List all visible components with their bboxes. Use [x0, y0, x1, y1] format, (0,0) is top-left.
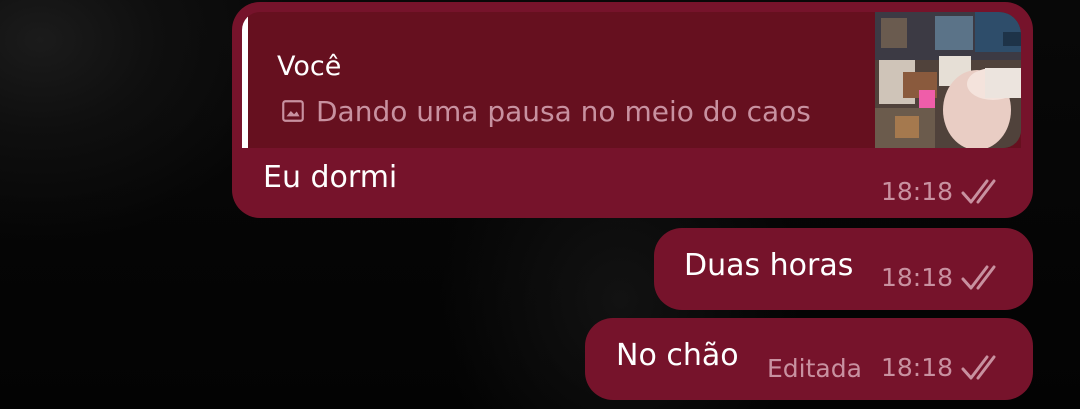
message-bubble-reply[interactable]: Você Dando uma pausa no meio do caos Eu …	[232, 2, 1033, 218]
quote-author: Você	[277, 51, 342, 82]
double-check-icon	[960, 176, 1006, 212]
double-check-icon	[960, 262, 1006, 298]
quote-text: Dando uma pausa no meio do caos	[316, 95, 811, 128]
message-time: 18:18	[881, 353, 954, 382]
message-time: 18:18	[881, 263, 954, 292]
edited-label: Editada	[767, 354, 862, 383]
message-time: 18:18	[881, 177, 954, 206]
message-text: No chão	[616, 338, 739, 373]
message-text: Eu dormi	[263, 160, 398, 195]
message-bubble[interactable]: No chão Editada 18:18	[585, 318, 1033, 400]
message-bubble[interactable]: Duas horas 18:18	[654, 228, 1033, 310]
reply-quote[interactable]: Você Dando uma pausa no meio do caos	[242, 12, 1021, 148]
message-text: Duas horas	[684, 248, 854, 283]
image-icon	[280, 97, 306, 133]
quote-preview: Dando uma pausa no meio do caos	[280, 94, 811, 133]
quote-image-thumbnail[interactable]	[875, 12, 1021, 148]
quote-accent-bar	[242, 12, 248, 148]
double-check-icon	[960, 352, 1006, 388]
